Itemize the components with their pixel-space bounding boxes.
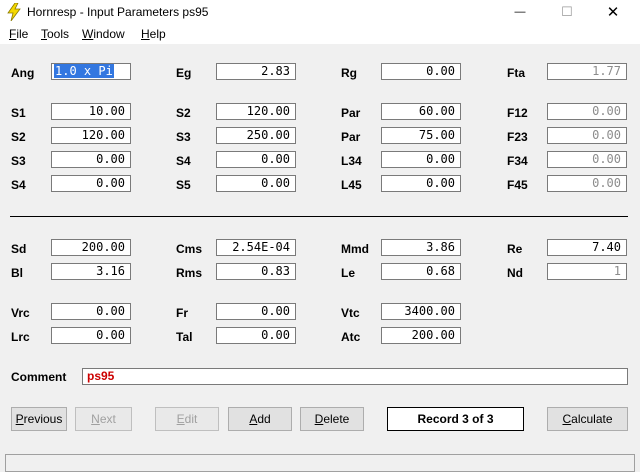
input-ang[interactable]: 1.0 x Pi xyxy=(51,63,131,80)
menu-help[interactable]: Help xyxy=(141,27,166,41)
minimize-button[interactable]: — xyxy=(497,0,543,24)
input-s2-upper[interactable]: 120.00 xyxy=(216,103,296,120)
label-mmd: Mmd xyxy=(341,242,369,256)
input-atc[interactable]: 200.00 xyxy=(381,327,461,344)
label-s4-upper: S4 xyxy=(176,154,191,168)
menu-tools[interactable]: Tools xyxy=(41,27,69,41)
input-s5[interactable]: 0.00 xyxy=(216,175,296,192)
label-s2-upper: S2 xyxy=(176,106,191,120)
input-mmd[interactable]: 3.86 xyxy=(381,239,461,256)
record-indicator: Record 3 of 3 xyxy=(387,407,524,431)
input-cms[interactable]: 2.54E-04 xyxy=(216,239,296,256)
input-vtc[interactable]: 3400.00 xyxy=(381,303,461,320)
input-tal[interactable]: 0.00 xyxy=(216,327,296,344)
input-s1[interactable]: 10.00 xyxy=(51,103,131,120)
input-fr[interactable]: 0.00 xyxy=(216,303,296,320)
add-button[interactable]: Add xyxy=(228,407,292,431)
input-vrc[interactable]: 0.00 xyxy=(51,303,131,320)
label-f45: F45 xyxy=(507,178,528,192)
label-f34: F34 xyxy=(507,154,528,168)
label-ang: Ang xyxy=(11,66,35,80)
input-f23: 0.00 xyxy=(547,127,627,144)
input-sd[interactable]: 200.00 xyxy=(51,239,131,256)
label-s5: S5 xyxy=(176,178,191,192)
input-l45[interactable]: 0.00 xyxy=(381,175,461,192)
delete-button[interactable]: Delete xyxy=(300,407,364,431)
input-f34: 0.00 xyxy=(547,151,627,168)
close-button[interactable]: ✕ xyxy=(590,0,636,24)
label-rg: Rg xyxy=(341,66,357,80)
input-bl[interactable]: 3.16 xyxy=(51,263,131,280)
label-vrc: Vrc xyxy=(11,306,30,320)
label-le: Le xyxy=(341,266,356,280)
label-s1: S1 xyxy=(11,106,26,120)
label-s2-lower: S2 xyxy=(11,130,26,144)
minimize-icon: — xyxy=(514,6,526,18)
label-comment: Comment xyxy=(11,370,67,384)
label-s4-lower: S4 xyxy=(11,178,26,192)
maximize-icon: ☐ xyxy=(561,4,573,19)
input-nd: 1 xyxy=(547,263,627,280)
input-s3-upper[interactable]: 250.00 xyxy=(216,127,296,144)
label-atc: Atc xyxy=(341,330,361,344)
label-l34: L34 xyxy=(341,154,362,168)
previous-button[interactable]: Previous xyxy=(11,407,67,431)
input-s3-lower[interactable]: 0.00 xyxy=(51,151,131,168)
menu-file[interactable]: File xyxy=(9,27,28,41)
input-f45: 0.00 xyxy=(547,175,627,192)
calculate-button[interactable]: Calculate xyxy=(547,407,628,431)
label-fta: Fta xyxy=(507,66,525,80)
window-title: Hornresp - Input Parameters ps95 xyxy=(27,5,209,19)
label-bl: Bl xyxy=(11,266,23,280)
label-eg: Eg xyxy=(176,66,192,80)
label-sd: Sd xyxy=(11,242,27,256)
title-bar[interactable]: Hornresp - Input Parameters ps95 — ☐ ✕ xyxy=(0,0,640,24)
label-re: Re xyxy=(507,242,523,256)
edit-button[interactable]: Edit xyxy=(155,407,219,431)
input-s4-lower[interactable]: 0.00 xyxy=(51,175,131,192)
input-s4-upper[interactable]: 0.00 xyxy=(216,151,296,168)
input-par-2[interactable]: 75.00 xyxy=(381,127,461,144)
status-bar xyxy=(5,454,635,472)
label-fr: Fr xyxy=(176,306,188,320)
input-rg[interactable]: 0.00 xyxy=(381,63,461,80)
label-cms: Cms xyxy=(176,242,203,256)
menu-bar: File Tools Window Help xyxy=(0,24,640,44)
next-button[interactable]: Next xyxy=(75,407,132,431)
close-icon: ✕ xyxy=(606,4,620,21)
label-f12: F12 xyxy=(507,106,528,120)
input-f12: 0.00 xyxy=(547,103,627,120)
label-lrc: Lrc xyxy=(11,330,30,344)
input-l34[interactable]: 0.00 xyxy=(381,151,461,168)
input-par-1[interactable]: 60.00 xyxy=(381,103,461,120)
maximize-button[interactable]: ☐ xyxy=(544,0,590,24)
label-par-2: Par xyxy=(341,130,361,144)
section-divider xyxy=(10,216,628,217)
label-l45: L45 xyxy=(341,178,362,192)
lightning-bolt-icon xyxy=(7,3,21,21)
label-par-1: Par xyxy=(341,106,361,120)
menu-window[interactable]: Window xyxy=(82,27,125,41)
label-f23: F23 xyxy=(507,130,528,144)
label-rms: Rms xyxy=(176,266,203,280)
label-tal: Tal xyxy=(176,330,193,344)
comment-input[interactable]: ps95 xyxy=(82,368,628,385)
input-s2-lower[interactable]: 120.00 xyxy=(51,127,131,144)
label-vtc: Vtc xyxy=(341,306,360,320)
label-s3-upper: S3 xyxy=(176,130,191,144)
input-rms[interactable]: 0.83 xyxy=(216,263,296,280)
input-re[interactable]: 7.40 xyxy=(547,239,627,256)
input-fta: 1.77 xyxy=(547,63,627,80)
input-eg[interactable]: 2.83 xyxy=(216,63,296,80)
input-le[interactable]: 0.68 xyxy=(381,263,461,280)
label-s3-lower: S3 xyxy=(11,154,26,168)
label-nd: Nd xyxy=(507,266,523,280)
input-lrc[interactable]: 0.00 xyxy=(51,327,131,344)
